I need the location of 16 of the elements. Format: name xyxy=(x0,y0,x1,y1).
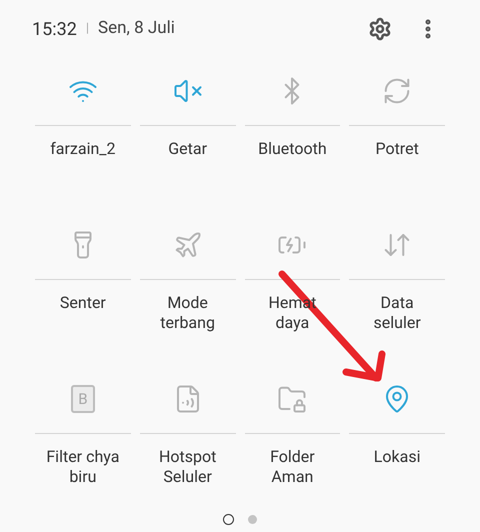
clock-time: 15:32 xyxy=(32,18,77,42)
header-separator: | xyxy=(86,20,90,38)
tile-label[interactable]: Potret xyxy=(359,139,436,179)
filter-icon: B xyxy=(70,385,95,413)
tile-label[interactable]: Filter chya biru xyxy=(44,447,121,487)
tile-label[interactable]: Getar xyxy=(150,139,226,179)
settings-icon[interactable] xyxy=(368,17,392,41)
tile-label[interactable]: Mode terbang xyxy=(150,293,226,333)
tile-label[interactable]: Senter xyxy=(44,293,121,333)
tile-label[interactable]: Hotspot Seluler xyxy=(150,447,226,487)
tile-label[interactable]: Folder Aman xyxy=(254,447,330,487)
tile-label[interactable]: farzain_2 xyxy=(44,139,121,179)
date-label: Sen, 8 Juli xyxy=(98,17,175,40)
tile-label[interactable]: Lokasi xyxy=(359,447,436,487)
tile-label[interactable]: Bluetooth xyxy=(254,139,330,179)
tile-label[interactable]: Data seluler xyxy=(359,293,436,333)
